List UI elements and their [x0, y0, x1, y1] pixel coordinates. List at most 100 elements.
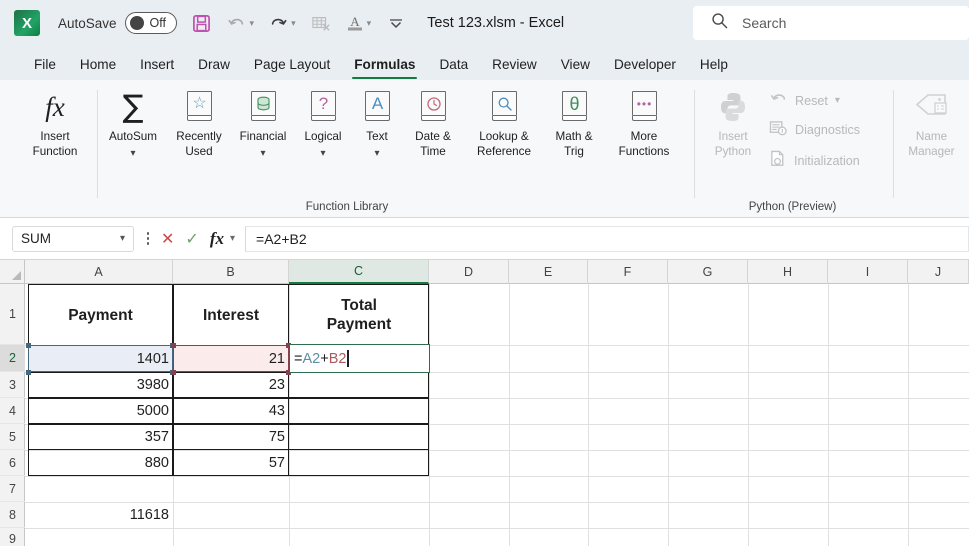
initialization-label: Initialization — [794, 153, 860, 168]
cell-B3[interactable]: 23 — [173, 372, 289, 398]
row-header-5[interactable]: 5 — [0, 424, 25, 450]
tab-insert[interactable]: Insert — [128, 57, 186, 80]
reset-chevron-down-icon[interactable]: ▾ — [835, 95, 840, 106]
tab-help[interactable]: Help — [688, 57, 740, 80]
logical-chevron-down-icon[interactable]: ▾ — [320, 147, 325, 162]
enter-check-icon[interactable]: ✓ — [185, 229, 198, 249]
tab-file[interactable]: File — [22, 57, 68, 80]
name-box[interactable]: SUM ▾ — [12, 225, 134, 252]
column-header-i[interactable]: I — [828, 260, 908, 284]
text-button[interactable]: A Text ▾ — [350, 86, 404, 161]
row-header-7[interactable]: 7 — [0, 476, 25, 502]
cell-B2[interactable]: 21 — [173, 345, 289, 372]
fx-chevron-down-icon[interactable]: ▾ — [230, 233, 235, 244]
financial-button[interactable]: Financial ▾ — [230, 86, 296, 161]
book-star-icon: ☆ — [184, 86, 214, 128]
autosum-button[interactable]: ∑ AutoSum ▾ — [100, 86, 166, 161]
row-header-3[interactable]: 3 — [0, 372, 25, 398]
undo-chevron-down-icon[interactable]: ▾ — [250, 18, 255, 29]
tab-view[interactable]: View — [549, 57, 602, 80]
column-header-f[interactable]: F — [588, 260, 668, 284]
tab-home[interactable]: Home — [68, 57, 128, 80]
column-header-d[interactable]: D — [429, 260, 509, 284]
initialization-button[interactable]: Initialization — [769, 150, 860, 171]
cell-A3[interactable]: 3980 — [28, 372, 173, 398]
column-header-c[interactable]: C — [289, 260, 429, 284]
cell-A8[interactable]: 11618 — [28, 502, 173, 528]
date-and-time-button[interactable]: Date & Time — [400, 86, 466, 159]
cancel-x-icon[interactable]: ✕ — [161, 229, 174, 249]
column-header-e[interactable]: E — [509, 260, 588, 284]
cell-A1[interactable]: Payment — [28, 285, 173, 345]
column-header-a[interactable]: A — [25, 260, 173, 284]
recently-used-button[interactable]: ☆ Recently Used — [166, 86, 232, 159]
cell-A4[interactable]: 5000 — [28, 398, 173, 424]
font-color-chevron-down-icon[interactable]: ▾ — [367, 18, 372, 29]
cell-C1[interactable]: Total Payment — [289, 285, 429, 345]
row-header-4[interactable]: 4 — [0, 398, 25, 424]
financial-chevron-down-icon[interactable]: ▾ — [260, 147, 265, 162]
book-theta-icon: θ — [559, 86, 589, 128]
row-header-6[interactable]: 6 — [0, 450, 25, 476]
cell-A5[interactable]: 357 — [28, 424, 173, 450]
autosave-toggle[interactable]: Off — [124, 12, 177, 34]
customize-quick-access-icon[interactable] — [385, 8, 407, 38]
column-header-b[interactable]: B — [173, 260, 289, 284]
diagnostics-button[interactable]: Diagnostics — [769, 120, 860, 140]
vertical-dots-icon[interactable] — [143, 232, 153, 245]
formula-input[interactable]: =A2+B2 — [245, 225, 969, 252]
lookup-and-reference-button[interactable]: Lookup & Reference — [464, 86, 544, 159]
vertical-scrollbar[interactable] — [964, 308, 969, 546]
ribbon-group-function-library: Function Library fx Insert Function ∑ Au… — [0, 80, 694, 218]
name-tag-icon — [914, 86, 950, 128]
insert-python-button[interactable]: Insert Python — [699, 86, 767, 159]
autosum-chevron-down-icon[interactable]: ▾ — [130, 147, 135, 162]
search-box[interactable]: Search — [693, 6, 969, 40]
row-header-1[interactable]: 1 — [0, 284, 25, 345]
cell-B6[interactable]: 57 — [173, 450, 289, 476]
tab-draw[interactable]: Draw — [186, 57, 242, 80]
cell-B4[interactable]: 43 — [173, 398, 289, 424]
row-header-9[interactable]: 9 — [0, 528, 25, 546]
recently-used-label: Recently Used — [176, 130, 222, 158]
math-and-trig-button[interactable]: θ Math & Trig — [543, 86, 605, 159]
logical-button[interactable]: ? Logical ▾ — [292, 86, 354, 161]
book-database-icon — [248, 86, 278, 128]
row-header-8[interactable]: 8 — [0, 502, 25, 528]
excel-logo: X — [14, 10, 40, 36]
redo-chevron-down-icon[interactable]: ▾ — [291, 18, 296, 29]
tab-formulas[interactable]: Formulas — [342, 57, 427, 80]
column-header-g[interactable]: G — [668, 260, 748, 284]
cell-B5[interactable]: 75 — [173, 424, 289, 450]
tab-data[interactable]: Data — [427, 57, 480, 80]
insert-function-button[interactable]: fx Insert Function — [18, 86, 92, 159]
spreadsheet-grid: A B C D E F G H I J 1 2 3 4 5 6 7 8 9 Pa… — [0, 260, 969, 546]
font-color-icon[interactable]: A ▾ — [346, 8, 372, 38]
group-label-function-library: Function Library — [305, 201, 389, 213]
text-chevron-down-icon[interactable]: ▾ — [374, 147, 379, 162]
more-functions-button[interactable]: ••• More Functions — [604, 86, 684, 159]
fx-icon[interactable]: fx — [210, 229, 224, 249]
tab-page-layout[interactable]: Page Layout — [242, 57, 342, 80]
book-ellipsis-icon: ••• — [629, 86, 659, 128]
chevron-down-icon[interactable]: ▾ — [120, 233, 125, 244]
undo-icon[interactable]: ▾ — [227, 8, 255, 38]
reset-button[interactable]: Reset ▾ — [769, 90, 840, 111]
select-all-button[interactable] — [0, 260, 25, 284]
sheet-area[interactable]: Payment Interest Total Payment 1401 21 3… — [25, 284, 969, 546]
cell-A6[interactable]: 880 — [28, 450, 173, 476]
cell-A2[interactable]: 1401 — [28, 345, 173, 372]
gridline-v — [429, 284, 430, 546]
cell-B1[interactable]: Interest — [173, 285, 289, 345]
search-placeholder: Search — [742, 15, 787, 31]
column-header-h[interactable]: H — [748, 260, 828, 284]
name-manager-button[interactable]: Name Manager — [894, 86, 969, 159]
redo-icon[interactable]: ▾ — [268, 8, 296, 38]
autosave-state-label: Off — [149, 16, 166, 30]
row-header-2[interactable]: 2 — [0, 345, 25, 372]
tab-developer[interactable]: Developer — [602, 57, 688, 80]
tab-review[interactable]: Review — [480, 57, 549, 80]
save-icon[interactable] — [191, 8, 213, 38]
column-header-j[interactable]: J — [908, 260, 969, 284]
cell-C2-editing[interactable]: = A2 + B2 — [289, 344, 430, 373]
